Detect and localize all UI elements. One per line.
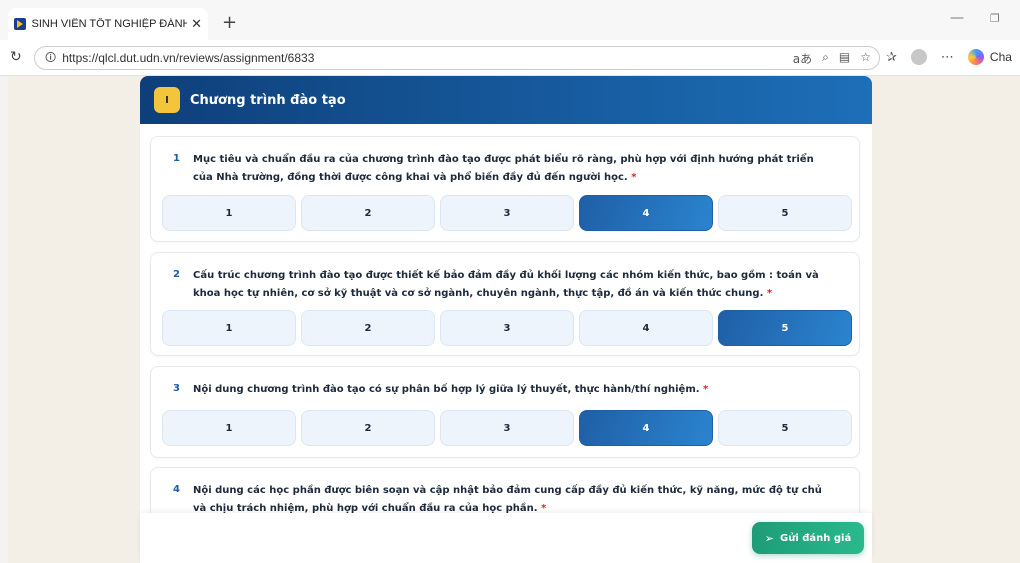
form-footer: ➢ Gửi đánh giá — [140, 513, 872, 563]
question-card: 1 Mục tiêu và chuẩn đầu ra của chương tr… — [150, 136, 860, 242]
rating-option-2[interactable]: 2 — [301, 310, 435, 346]
tab-title: SINH VIÊN TỐT NGHIỆP ĐÁNH GIÁ — [31, 18, 188, 30]
rating-option-1[interactable]: 1 — [162, 195, 296, 231]
close-tab-icon[interactable]: ✕ — [191, 17, 202, 32]
question-number: 1 — [173, 153, 180, 164]
rating-option-2[interactable]: 2 — [301, 410, 435, 446]
rating-option-1[interactable]: 1 — [162, 310, 296, 346]
question-card: 2 Cấu trúc chương trình đào tạo được thi… — [150, 252, 860, 356]
rating-option-3[interactable]: 3 — [440, 195, 574, 231]
copilot-label[interactable]: Cha — [990, 50, 1012, 64]
profile-avatar[interactable] — [910, 49, 927, 65]
zoom-icon[interactable]: ⌕ — [822, 50, 829, 67]
reader-view-icon[interactable]: ▤ — [839, 50, 850, 67]
submit-label: Gửi đánh giá — [780, 532, 852, 544]
section-body: 1 Mục tiêu và chuẩn đầu ra của chương tr… — [140, 124, 872, 563]
rating-option-1[interactable]: 1 — [162, 410, 296, 446]
rating-options: 1 2 3 4 5 — [162, 195, 852, 231]
read-aloud-icon[interactable]: aあ — [793, 50, 812, 67]
section-header: I Chương trình đào tạo — [140, 76, 872, 124]
url-text: https://qlcl.dut.udn.vn/reviews/assignme… — [62, 51, 315, 65]
required-mark: * — [766, 288, 773, 299]
question-card: 3 Nội dung chương trình đào tạo có sự ph… — [150, 366, 860, 458]
browser-tab[interactable]: SINH VIÊN TỐT NGHIỆP ĐÁNH GIÁ ✕ — [8, 8, 208, 40]
more-menu-icon[interactable]: ⋯ — [941, 50, 954, 65]
rating-option-4[interactable]: 4 — [579, 310, 713, 346]
rating-option-5[interactable]: 5 — [718, 410, 852, 446]
rating-option-5[interactable]: 5 — [718, 310, 852, 346]
rating-option-4[interactable]: 4 — [579, 195, 713, 231]
restore-icon[interactable]: ❐ — [990, 12, 1000, 25]
favorite-star-icon[interactable]: ☆ — [860, 50, 871, 67]
section-title: Chương trình đào tạo — [190, 92, 346, 108]
minimize-icon[interactable]: — — [950, 10, 964, 26]
required-mark: * — [703, 384, 709, 395]
new-tab-button[interactable]: + — [222, 12, 237, 33]
question-number: 3 — [173, 383, 180, 394]
copilot-icon[interactable] — [967, 49, 984, 65]
question-text: Cấu trúc chương trình đào tạo được thiết… — [193, 270, 819, 299]
rating-option-5[interactable]: 5 — [718, 195, 852, 231]
rating-option-3[interactable]: 3 — [440, 310, 574, 346]
site-favicon-icon — [14, 18, 26, 30]
send-icon: ➢ — [764, 531, 774, 545]
question-number: 4 — [173, 484, 180, 495]
url-field[interactable]: 🛈 https://qlcl.dut.udn.vn/reviews/assign… — [34, 46, 880, 70]
rating-option-2[interactable]: 2 — [301, 195, 435, 231]
question-number: 2 — [173, 269, 180, 280]
question-text: Nội dung chương trình đào tạo có sự phân… — [193, 384, 709, 395]
address-bar: ↻ 🛈 https://qlcl.dut.udn.vn/reviews/assi… — [0, 40, 1020, 76]
rating-options: 1 2 3 4 5 — [162, 410, 852, 446]
favorites-icon[interactable]: ✰ — [886, 50, 897, 65]
rating-option-4[interactable]: 4 — [579, 410, 713, 446]
refresh-icon[interactable]: ↻ — [10, 49, 22, 65]
question-text: Mục tiêu và chuẩn đầu ra của chương trìn… — [193, 154, 814, 183]
tab-strip: SINH VIÊN TỐT NGHIỆP ĐÁNH GIÁ ✕ + — ❐ — [0, 0, 1020, 40]
rating-options: 1 2 3 4 5 — [162, 310, 852, 346]
site-info-icon[interactable]: 🛈 — [45, 49, 56, 68]
required-mark: * — [631, 172, 637, 183]
rating-option-3[interactable]: 3 — [440, 410, 574, 446]
review-form: I Chương trình đào tạo 1 Mục tiêu và chu… — [140, 76, 872, 563]
submit-review-button[interactable]: ➢ Gửi đánh giá — [752, 522, 864, 554]
section-number-badge: I — [154, 87, 180, 113]
page-content: I Chương trình đào tạo 1 Mục tiêu và chu… — [8, 76, 1020, 563]
